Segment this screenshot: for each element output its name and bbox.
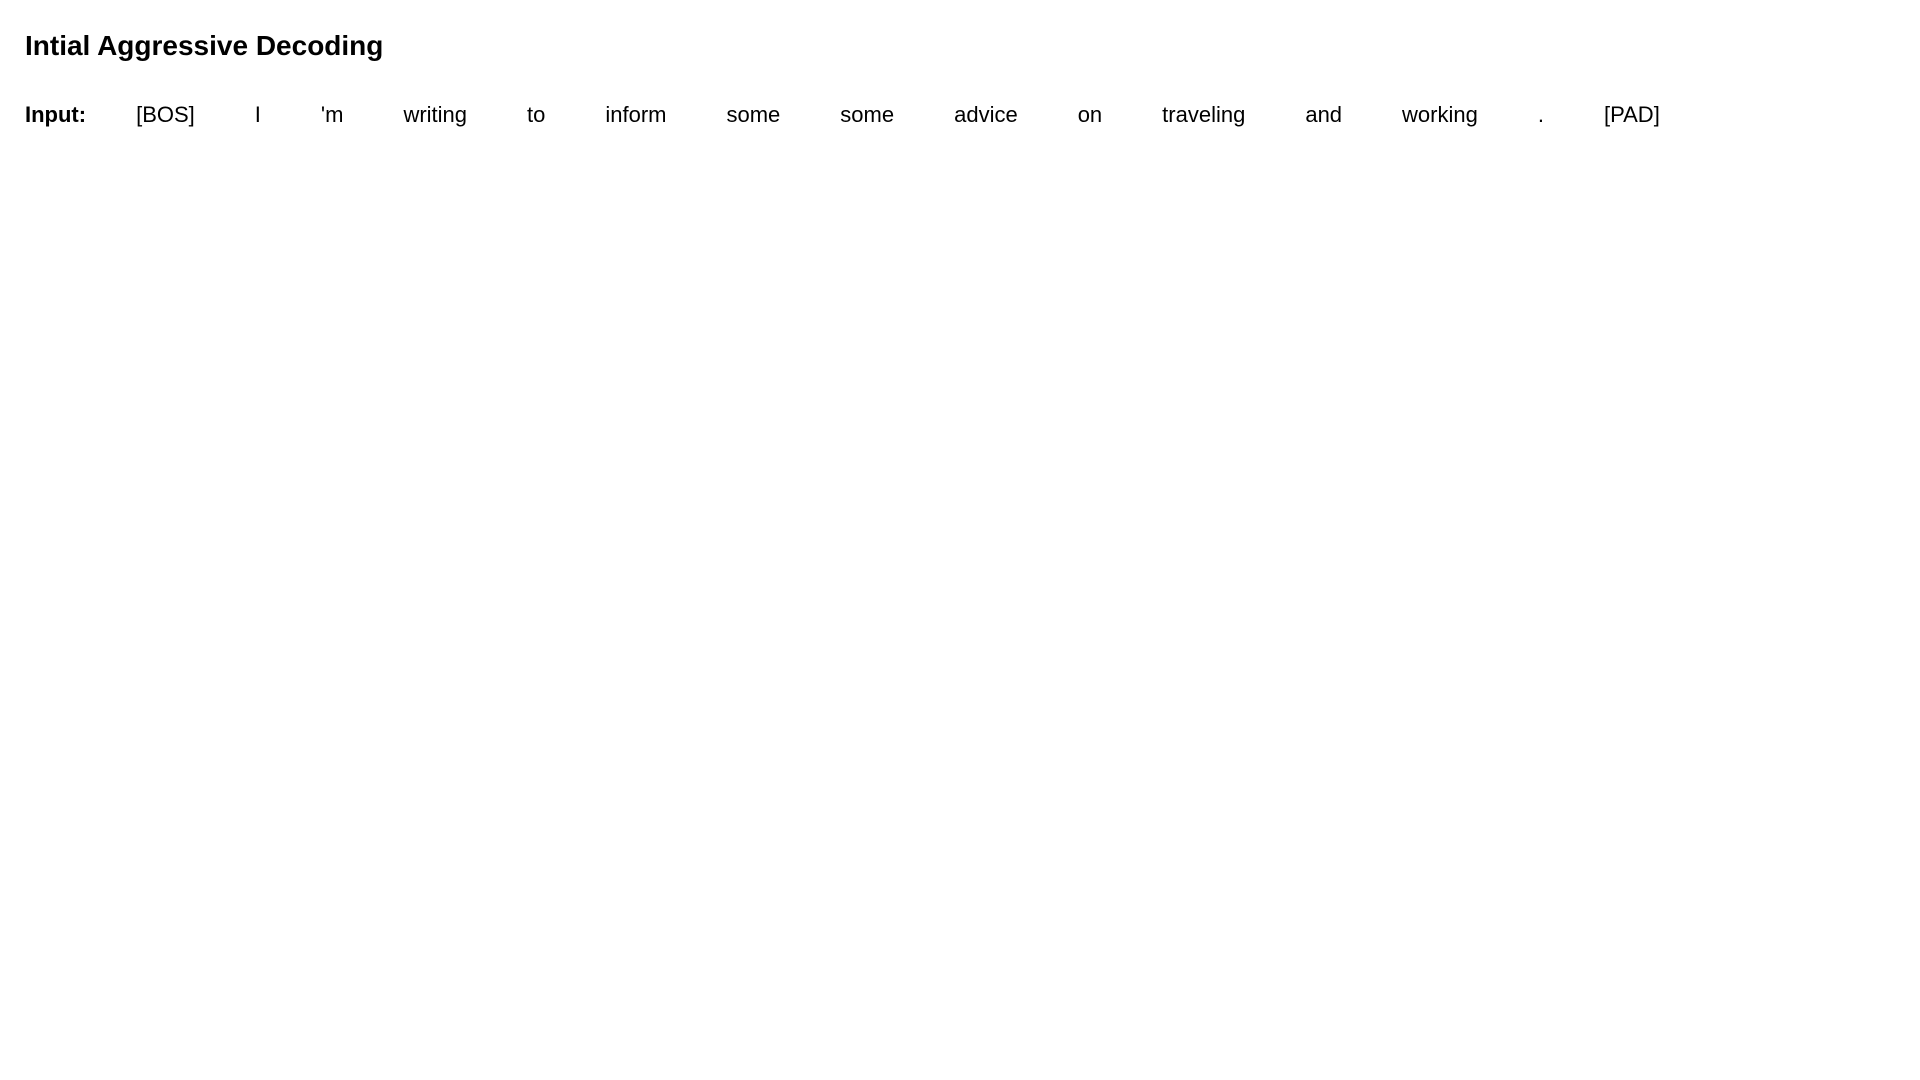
token-12: working	[1372, 102, 1508, 128]
page-container: Intial Aggressive Decoding Input: [BOS]I…	[0, 0, 1920, 158]
token-0: [BOS]	[106, 102, 225, 128]
token-4: to	[497, 102, 575, 128]
input-row: Input: [BOS]I'mwritingtoinformsomesomead…	[25, 102, 1895, 128]
token-14: [PAD]	[1574, 102, 1690, 128]
token-13: .	[1508, 102, 1574, 128]
tokens-container: [BOS]I'mwritingtoinformsomesomeadviceont…	[106, 102, 1690, 128]
page-title: Intial Aggressive Decoding	[25, 30, 1895, 62]
token-9: on	[1048, 102, 1132, 128]
token-5: inform	[575, 102, 696, 128]
token-11: and	[1275, 102, 1372, 128]
token-7: some	[810, 102, 924, 128]
token-8: advice	[924, 102, 1048, 128]
token-10: traveling	[1132, 102, 1275, 128]
token-1: I	[225, 102, 291, 128]
token-3: writing	[373, 102, 497, 128]
input-label: Input:	[25, 102, 86, 128]
token-6: some	[697, 102, 811, 128]
token-2: 'm	[291, 102, 374, 128]
